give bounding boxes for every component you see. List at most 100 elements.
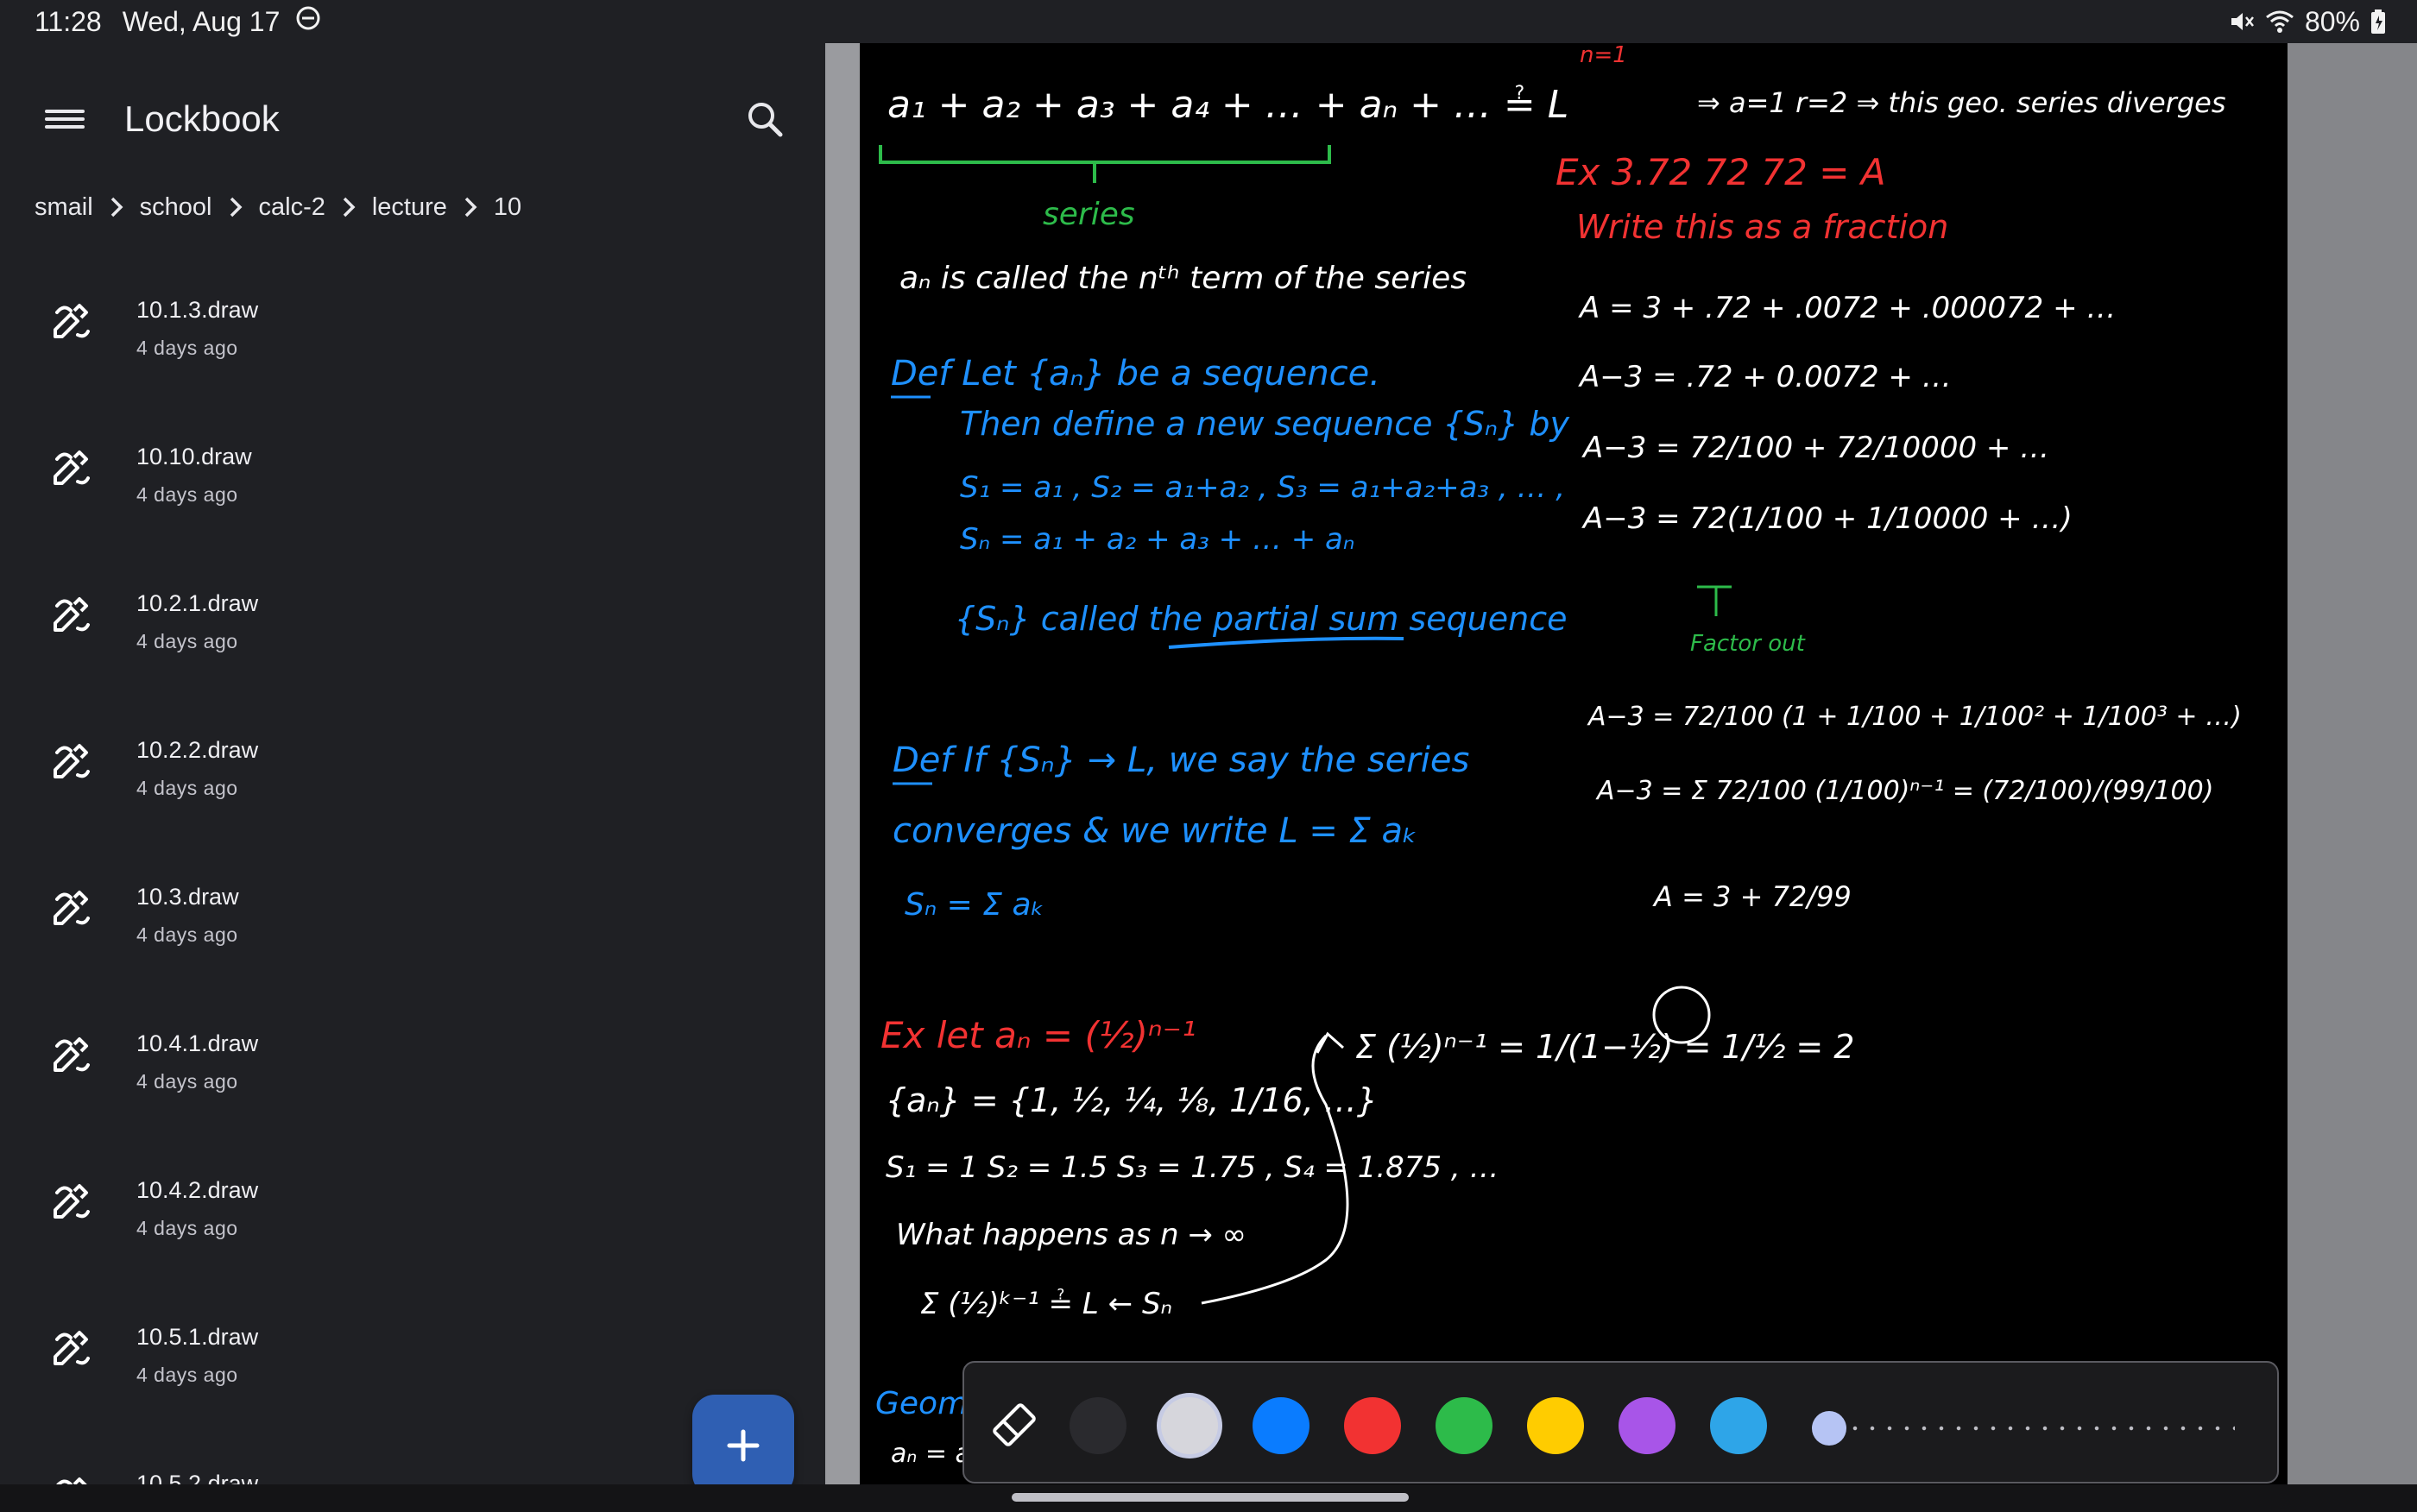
file-modified: 4 days ago	[136, 1364, 238, 1386]
note-def1-e: {Sₙ} called the partial sum sequence	[955, 600, 1568, 638]
note-def1-d: Sₙ = a₁ + a₂ + a₃ + … + aₙ	[960, 522, 1354, 557]
chevron-right-icon	[325, 190, 372, 224]
note-ex1-a: Ex let aₙ = (½)ⁿ⁻¹	[880, 1014, 1196, 1056]
file-list-item[interactable]: 10.10.draw 4 days ago	[0, 406, 825, 552]
drawing-file-icon	[48, 590, 95, 637]
drawing-file-icon	[48, 297, 95, 343]
file-list-item[interactable]: 10.4.1.draw 4 days ago	[0, 992, 825, 1139]
note-series-label: series	[1043, 197, 1135, 232]
breadcrumb-item-current[interactable]: 10	[494, 193, 521, 222]
note-ex1-d: What happens as n → ∞	[896, 1218, 1246, 1252]
eraser-icon[interactable]	[983, 1394, 1045, 1456]
color-swatch-light-blue[interactable]	[1710, 1397, 1767, 1454]
drawing-file-icon	[48, 1324, 95, 1370]
note-def1-a: Def Let {aₙ} be a sequence.	[891, 354, 1380, 394]
file-name: 10.3.draw	[136, 884, 239, 910]
breadcrumb-item[interactable]: lecture	[372, 193, 447, 222]
mute-icon	[2229, 9, 2255, 35]
status-bar: 11:28 Wed, Aug 17 80%	[0, 0, 2417, 43]
create-file-button[interactable]	[692, 1395, 794, 1484]
note-l5: A−3 = 72/100 (1 + 1/100 + 1/100² + 1/100…	[1587, 702, 2242, 732]
drawing-toolbar	[962, 1361, 2279, 1484]
file-modified: 4 days ago	[136, 337, 238, 359]
app-title: Lockbook	[124, 98, 280, 139]
do-not-disturb-icon	[295, 5, 321, 38]
file-list: 10.1.3.draw 4 days ago 10.10.draw 4 days ag…	[0, 259, 825, 1484]
drawing-file-icon	[48, 1030, 95, 1077]
note-l7: A = 3 + 72/99	[1652, 880, 1852, 913]
slider-thumb[interactable]	[1812, 1411, 1846, 1446]
drawing-file-icon	[48, 1471, 95, 1484]
chevron-right-icon	[93, 190, 140, 224]
pen-size-slider[interactable]	[1812, 1411, 2235, 1446]
handwriting-layer: a₁ + a₂ + a₃ + a₄ + … + aₙ + … ≟ L serie…	[875, 43, 2242, 1469]
search-icon[interactable]	[742, 97, 789, 143]
gesture-handle[interactable]	[1012, 1493, 1409, 1502]
file-modified: 4 days ago	[136, 1217, 238, 1239]
file-list-item[interactable]: 10.2.2.draw 4 days ago	[0, 699, 825, 846]
note-ex1-e: Σ (½)ᵏ⁻¹ ≟ L ← Sₙ	[920, 1287, 1172, 1321]
battery-text: 80%	[2304, 5, 2360, 37]
note-ex1-c: S₁ = 1 S₂ = 1.5 S₃ = 1.75 , S₄ = 1.875 ,…	[886, 1150, 1499, 1185]
date: Wed, Aug 17	[122, 5, 281, 37]
file-list-item[interactable]: 10.3.draw 4 days ago	[0, 846, 825, 992]
breadcrumb-item[interactable]: school	[140, 193, 212, 222]
file-modified: 4 days ago	[136, 1070, 238, 1093]
color-swatch-blue[interactable]	[1253, 1397, 1309, 1454]
wifi-icon	[2265, 9, 2294, 35]
note-factor: Factor out	[1690, 631, 1806, 657]
app-bar: Lockbook	[0, 78, 825, 164]
color-swatch-purple[interactable]	[1619, 1397, 1675, 1454]
note-def2-b: converges & we write L = Σ aₖ	[893, 811, 1417, 851]
file-browser-sidebar: Lockbook smail school calc-2 lecture 10 …	[0, 43, 825, 1484]
note-series-line: a₁ + a₂ + a₃ + a₄ + … + aₙ + … ≟ L	[887, 83, 1568, 127]
note-ex2-a: Ex 3.72 72 72 = A	[1556, 151, 1885, 193]
note-l4: A−3 = 72(1/100 + 1/10000 + …)	[1581, 501, 2073, 536]
file-name: 10.2.2.draw	[136, 737, 259, 763]
note-def1-b: Then define a new sequence {Sₙ} by	[960, 405, 1569, 443]
note-nth-term: aₙ is called the nᵗʰ term of the series	[899, 261, 1467, 296]
note-top: n=1	[1580, 43, 1627, 68]
color-swatch-green[interactable]	[1436, 1397, 1492, 1454]
file-modified: 4 days ago	[136, 923, 238, 946]
drawing-file-icon	[48, 444, 95, 490]
chevron-right-icon	[447, 190, 494, 224]
chevron-right-icon	[212, 190, 259, 224]
note-def2-c: Sₙ = Σ aₖ	[905, 887, 1044, 923]
hamburger-menu-icon[interactable]	[45, 105, 85, 136]
note-l1: A = 3 + .72 + .0072 + .000072 + …	[1578, 291, 2116, 325]
file-name: 10.10.draw	[136, 444, 252, 469]
color-swatch-yellow[interactable]	[1527, 1397, 1584, 1454]
note-def1-c: S₁ = a₁ , S₂ = a₁+a₂ , S₃ = a₁+a₂+a₃ , ……	[960, 470, 1565, 505]
drawing-file-icon	[48, 884, 95, 930]
note-ex2-b: Write this as a fraction	[1576, 208, 1948, 246]
panel-divider[interactable]	[825, 43, 860, 1484]
note-ex1-f: Σ (½)ⁿ⁻¹ = 1/(1−½) = 1/½ = 2	[1355, 1028, 1854, 1066]
drawing-canvas[interactable]: a₁ + a₂ + a₃ + a₄ + … + aₙ + … ≟ L serie…	[860, 43, 2288, 1484]
file-list-item[interactable]: 10.4.2.draw 4 days ago	[0, 1139, 825, 1286]
file-name: 10.1.3.draw	[136, 297, 259, 323]
breadcrumb-item[interactable]: calc-2	[259, 193, 325, 222]
clock: 11:28	[35, 5, 102, 37]
color-swatch-red[interactable]	[1344, 1397, 1401, 1454]
note-geo-b: aₙ = a	[891, 1439, 971, 1469]
note-l6: A−3 = Σ 72/100 (1/100)ⁿ⁻¹ = (72/100)/(99…	[1595, 776, 2213, 806]
file-modified: 4 days ago	[136, 630, 238, 652]
slider-track	[1846, 1426, 2235, 1431]
file-list-item[interactable]: 10.1.3.draw 4 days ago	[0, 259, 825, 406]
file-name: 10.5.1.draw	[136, 1324, 259, 1350]
drawing-file-icon	[48, 1177, 95, 1224]
note-l2: A−3 = .72 + 0.0072 + …	[1578, 360, 1952, 394]
file-modified: 4 days ago	[136, 483, 238, 506]
note-converges: ⇒ a=1 r=2 ⇒ this geo. series diverges	[1697, 86, 2226, 119]
file-modified: 4 days ago	[136, 777, 238, 799]
breadcrumb: smail school calc-2 lecture 10	[35, 181, 521, 233]
color-swatch-white[interactable]	[1161, 1397, 1218, 1454]
color-swatch-black[interactable]	[1070, 1397, 1126, 1454]
drawing-file-icon	[48, 737, 95, 784]
breadcrumb-item[interactable]: smail	[35, 193, 93, 222]
note-def2-a: Def If {Sₙ} → L, we say the series	[893, 740, 1469, 780]
plus-icon	[727, 1429, 760, 1462]
file-list-item[interactable]: 10.2.1.draw 4 days ago	[0, 552, 825, 699]
note-l3: A−3 = 72/100 + 72/10000 + …	[1581, 431, 2049, 465]
